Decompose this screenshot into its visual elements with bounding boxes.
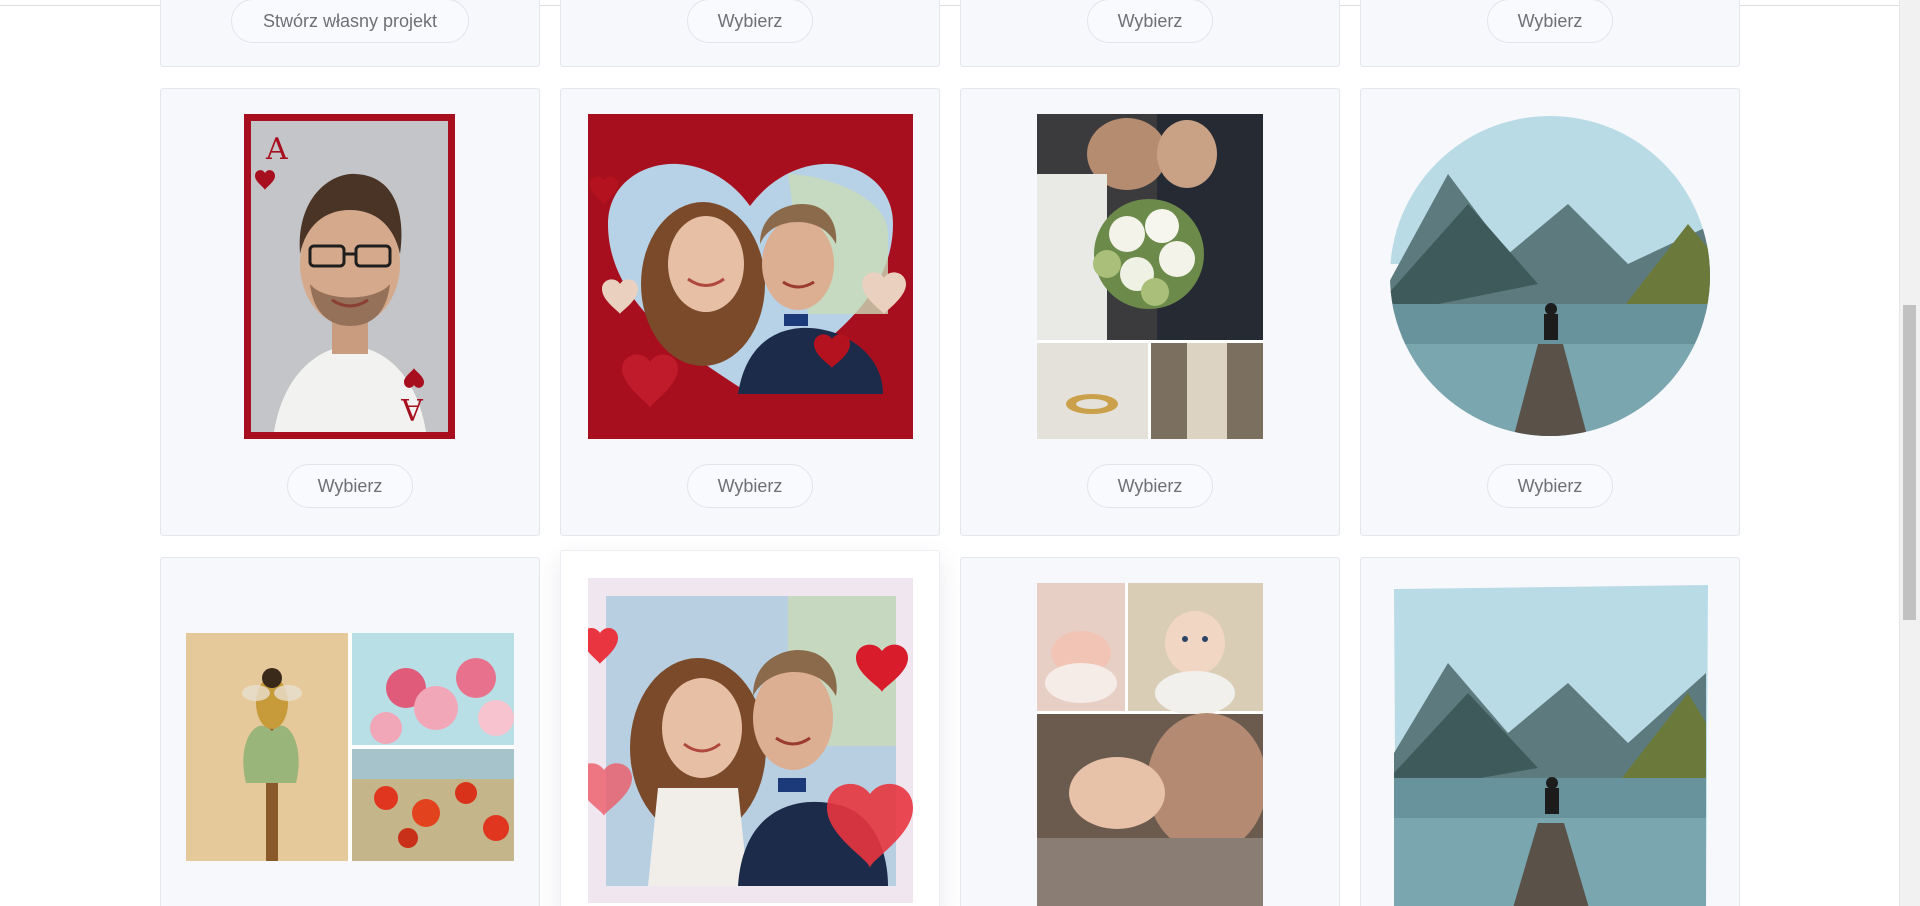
choose-button[interactable]: Wybierz [1087,464,1213,508]
heart-frame-couple-icon [588,114,913,439]
template-card-heart-frame[interactable]: Wybierz [560,88,940,536]
template-card[interactable]: Wybierz [1360,0,1740,67]
template-card-baby-collage[interactable] [960,557,1340,906]
playing-card-portrait-icon: A A [244,114,455,439]
template-card-circle-landscape[interactable]: Wybierz [1360,88,1740,536]
template-card-nature-collage[interactable] [160,557,540,906]
template-card-hearts-frame[interactable] [560,550,940,906]
template-card-playing-card[interactable]: A A Wybierz [160,88,540,536]
svg-text:A: A [401,391,424,426]
template-card-custom[interactable]: Stwórz własny projekt [160,0,540,67]
create-own-project-button[interactable]: Stwórz własny projekt [231,0,469,43]
choose-button[interactable]: Wybierz [1487,464,1613,508]
template-card[interactable]: Wybierz [560,0,940,67]
template-card[interactable]: Wybierz [960,0,1340,67]
brush-square-landscape-icon [1388,583,1713,906]
choose-button[interactable]: Wybierz [687,0,813,43]
template-card-wedding-collage[interactable]: Wybierz [960,88,1340,536]
choose-button[interactable]: Wybierz [687,464,813,508]
template-card-brush-landscape[interactable] [1360,557,1740,906]
bee-flowers-collage-icon [186,633,514,861]
choose-button[interactable]: Wybierz [287,464,413,508]
choose-button[interactable]: Wybierz [1087,0,1213,43]
wedding-collage-icon [1037,114,1263,439]
scrollbar-thumb[interactable] [1903,305,1916,620]
choose-button[interactable]: Wybierz [1487,0,1613,43]
baby-collage-icon [1037,583,1263,906]
hearts-frame-couple-icon [588,578,913,903]
circle-brush-landscape-icon [1388,114,1713,439]
svg-text:A: A [265,132,288,167]
